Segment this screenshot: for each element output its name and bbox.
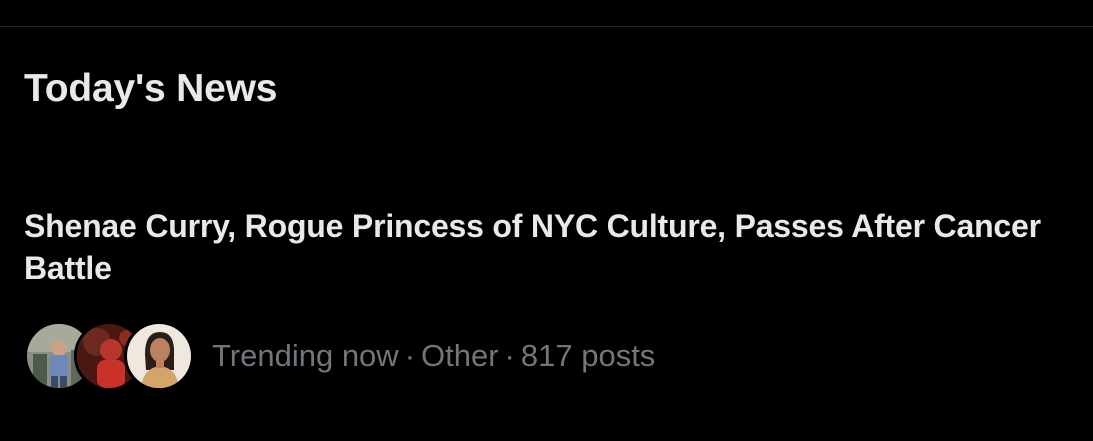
news-category: Other — [421, 338, 499, 373]
meta-separator: · — [504, 338, 515, 373]
trending-status: Trending now — [212, 338, 399, 373]
avatar — [124, 321, 194, 391]
news-headline[interactable]: Shenae Curry, Rogue Princess of NYC Cult… — [24, 205, 1064, 289]
top-divider — [0, 26, 1093, 27]
section-title: Today's News — [24, 67, 278, 110]
news-meta-text: Trending now · Other · 817 posts — [212, 336, 655, 376]
meta-separator: · — [404, 338, 416, 373]
avatar-stack — [24, 321, 194, 391]
news-item[interactable]: Shenae Curry, Rogue Princess of NYC Cult… — [24, 205, 1064, 391]
news-meta-row: Trending now · Other · 817 posts — [24, 321, 655, 391]
post-count: 817 posts — [520, 338, 656, 373]
